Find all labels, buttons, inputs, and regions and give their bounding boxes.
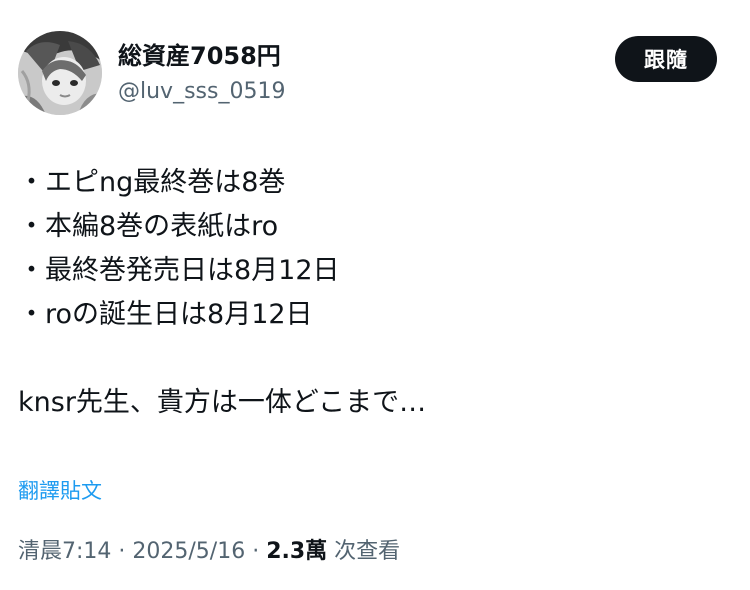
- meta-separator: ·: [245, 539, 267, 564]
- follow-button[interactable]: 跟隨: [615, 36, 717, 82]
- tweet-line: ・最終巻発売日は8月12日: [18, 255, 340, 286]
- post-date[interactable]: 2025/5/16: [132, 539, 245, 564]
- tweet-line: ・roの誕生日は8月12日: [18, 299, 313, 330]
- tweet-card: 総資産7058円 @luv_sss_0519 跟隨 ・エピng最終巻は8巻 ・本…: [0, 0, 750, 590]
- user-handle[interactable]: @luv_sss_0519: [118, 78, 285, 106]
- tweet-body: ・エピng最終巻は8巻 ・本編8巻の表紙はro ・最終巻発売日は8月12日 ・r…: [18, 161, 728, 425]
- views-label: 次查看: [327, 539, 401, 564]
- translate-post-link[interactable]: 翻譯貼文: [18, 476, 102, 506]
- avatar[interactable]: [18, 31, 102, 115]
- display-name[interactable]: 総資産7058円: [118, 40, 281, 72]
- tweet-line: ・本編8巻の表紙はro: [18, 211, 279, 242]
- tweet-meta: 清晨7:14 · 2025/5/16 · 2.3萬 次查看: [18, 536, 400, 568]
- views-count: 2.3萬: [266, 539, 328, 564]
- post-time[interactable]: 清晨7:14: [18, 539, 111, 564]
- tweet-line: ・エピng最終巻は8巻: [18, 167, 286, 198]
- avatar-image: [18, 31, 102, 115]
- tweet-closing-line: knsr先生、貴方は一体どこまで…: [18, 387, 427, 418]
- meta-separator: ·: [111, 539, 133, 564]
